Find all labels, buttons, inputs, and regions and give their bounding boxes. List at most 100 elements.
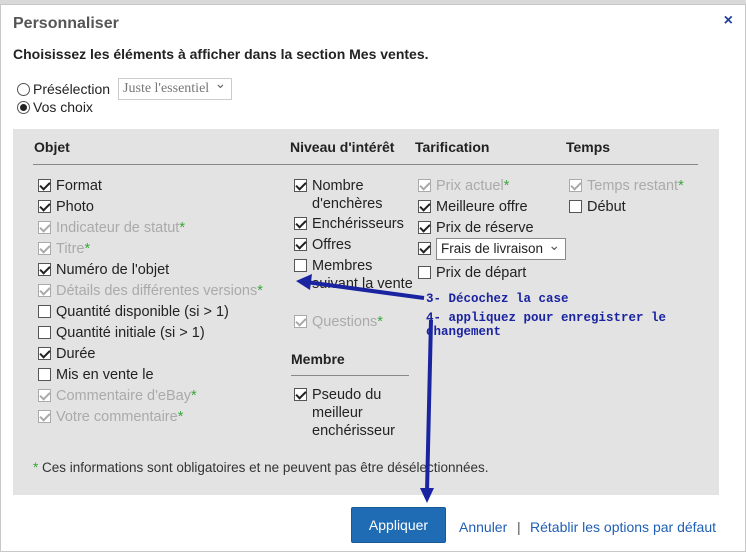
checkbox[interactable] <box>294 179 307 192</box>
required-star: * <box>179 220 185 236</box>
interet-option[interactable]: Offres <box>294 236 419 254</box>
required-star: * <box>503 178 510 194</box>
required-star: * <box>190 388 197 404</box>
reset-defaults-link[interactable]: Rétablir les options par défaut <box>530 519 716 535</box>
preselection-label: Présélection <box>33 81 111 97</box>
preselection-select[interactable]: Juste l'essentiel <box>118 75 233 100</box>
required-star: * <box>84 241 91 257</box>
option-label: Prix de réserve <box>436 220 534 236</box>
required-star: * <box>678 178 684 194</box>
cancel-link[interactable]: Annuler <box>459 519 507 535</box>
objet-option: Indicateur de statut * <box>38 219 308 237</box>
objet-option: Commentaire d'eBay * <box>38 387 308 405</box>
option-label: Questions <box>312 314 378 330</box>
custom-option[interactable]: Vos choix <box>17 99 93 115</box>
objet-option: Titre * <box>38 240 308 258</box>
checkbox[interactable] <box>38 368 51 381</box>
required-star: * <box>257 283 263 299</box>
checkbox[interactable] <box>569 200 582 213</box>
tarif-option: Prix actuel * <box>418 177 573 195</box>
objet-option[interactable]: Durée <box>38 345 308 363</box>
preselection-radio[interactable] <box>17 82 30 96</box>
option-label: Meilleure offre <box>436 199 528 215</box>
tarif-option[interactable]: Frais de livraison <box>418 235 573 260</box>
option-label: Enchérisseurs <box>312 216 404 232</box>
checkbox[interactable] <box>418 266 431 279</box>
checkbox <box>418 179 431 192</box>
apply-button[interactable]: Appliquer <box>351 507 446 543</box>
option-label: Nombre d'enchères <box>312 178 383 212</box>
membre-option[interactable]: Pseudo du meilleur enchérisseur <box>294 386 414 440</box>
objet-option[interactable]: Photo <box>38 198 308 216</box>
option-label: Votre commentaire <box>56 409 178 425</box>
objet-option[interactable]: Format <box>38 177 308 195</box>
objet-option[interactable]: Quantité disponible (si > 1) <box>38 303 308 321</box>
objet-option[interactable]: Mis en vente le <box>38 366 308 384</box>
column-header-temps: Temps <box>566 139 611 155</box>
checkbox[interactable] <box>38 200 51 213</box>
tarif-option[interactable]: Meilleure offre <box>418 198 573 216</box>
custom-radio[interactable] <box>17 100 30 114</box>
tarif-option[interactable]: Prix de départ <box>418 264 573 282</box>
objet-option: Détails des différentes versions * <box>38 282 308 300</box>
footnote-text: Ces informations sont obligatoires et ne… <box>38 460 489 475</box>
annotation-step4: 4- appliquez pour enregistrer le changem… <box>426 311 667 339</box>
checkbox <box>38 389 51 402</box>
checkbox <box>38 410 51 423</box>
checkbox <box>38 242 51 255</box>
checkbox[interactable] <box>38 179 51 192</box>
temps-option: Temps restant * <box>569 177 709 195</box>
customize-dialog: Personnaliser × Choisissez les éléments … <box>0 4 746 552</box>
header-divider <box>33 164 698 165</box>
required-footnote: * Ces informations sont obligatoires et … <box>33 460 489 475</box>
option-label: Titre <box>56 241 85 257</box>
column-header-tarification: Tarification <box>415 139 490 155</box>
column-header-membre: Membre <box>291 351 345 367</box>
checkbox <box>38 284 51 297</box>
required-star: * <box>177 409 184 425</box>
checkbox[interactable] <box>294 259 307 272</box>
checkbox[interactable] <box>38 347 51 360</box>
option-label: Quantité initiale (si > 1) <box>56 325 205 341</box>
option-label: Commentaire d'eBay <box>56 388 191 404</box>
interet-option: Questions * <box>294 313 419 331</box>
option-label: Quantité disponible (si > 1) <box>56 304 229 320</box>
checkbox[interactable] <box>418 200 431 213</box>
checkbox[interactable] <box>38 326 51 339</box>
objet-option[interactable]: Numéro de l'objet <box>38 261 308 279</box>
option-label: Prix actuel <box>436 178 504 194</box>
checkbox[interactable] <box>418 221 431 234</box>
option-label: Pseudo du meilleur enchérisseur <box>312 387 396 439</box>
option-label: Détails des différentes versions <box>56 283 258 299</box>
option-label: Numéro de l'objet <box>56 262 170 278</box>
option-label: Durée <box>56 346 96 362</box>
option-label: Photo <box>56 199 94 215</box>
option-label: Membres suivant la vente <box>312 258 413 292</box>
checkbox[interactable] <box>418 242 431 255</box>
dialog-subtitle: Choisissez les éléments à afficher dans … <box>13 46 429 62</box>
checkbox[interactable] <box>294 217 307 230</box>
objet-option: Votre commentaire * <box>38 408 308 426</box>
interet-option[interactable]: Membres suivant la vente <box>294 257 419 293</box>
checkbox <box>569 179 582 192</box>
objet-option[interactable]: Quantité initiale (si > 1) <box>38 324 308 342</box>
interet-option[interactable]: Enchérisseurs <box>294 215 419 233</box>
checkbox[interactable] <box>294 238 307 251</box>
temps-option[interactable]: Début <box>569 198 709 216</box>
close-icon[interactable]: × <box>724 12 733 30</box>
dialog-title: Personnaliser <box>13 15 119 32</box>
column-header-objet: Objet <box>34 139 70 155</box>
checkbox[interactable] <box>38 263 51 276</box>
membre-divider <box>291 375 409 376</box>
required-star: * <box>377 314 383 330</box>
shipping-select[interactable]: Frais de livraison <box>436 235 567 260</box>
option-label: Indicateur de statut <box>56 220 180 236</box>
interet-option[interactable]: Nombre d'enchères <box>294 177 419 213</box>
checkbox <box>294 315 307 328</box>
preselection-option[interactable]: Présélection Juste l'essentiel <box>17 75 233 100</box>
checkbox[interactable] <box>294 388 307 401</box>
checkbox[interactable] <box>38 305 51 318</box>
option-label: Offres <box>312 237 352 253</box>
option-label: Début <box>587 199 626 215</box>
checkbox <box>38 221 51 234</box>
